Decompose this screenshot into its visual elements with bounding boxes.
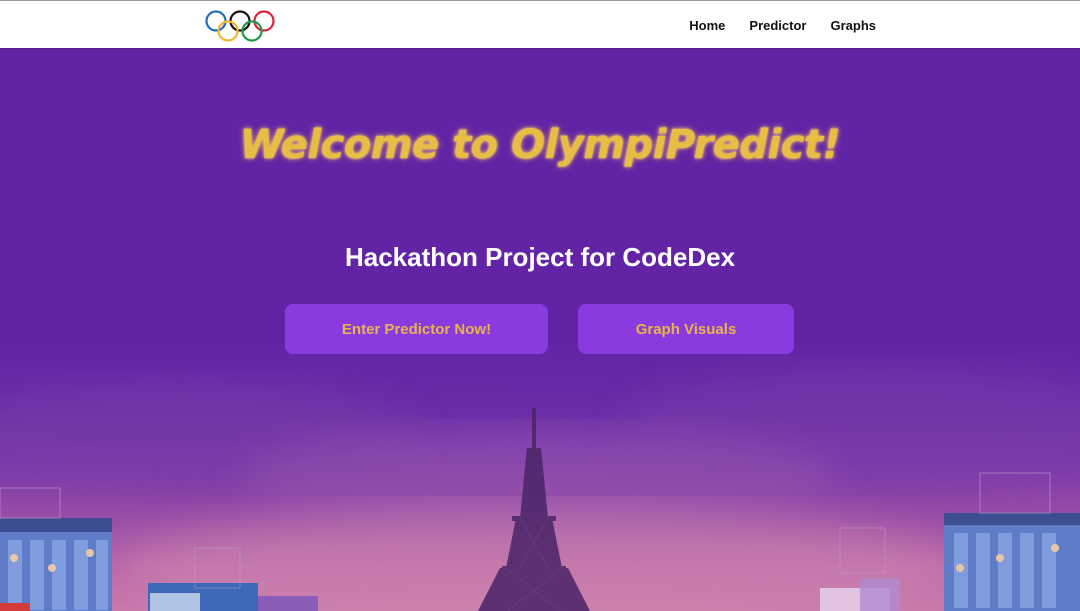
hero-section: Welcome to OlympiPredict! Hackathon Proj… [0, 48, 1080, 611]
nav-link-graphs[interactable]: Graphs [830, 18, 876, 33]
olympic-rings-icon[interactable] [204, 9, 276, 43]
right-stadium-screens [820, 472, 1080, 611]
paris-olympic-scene-image [0, 408, 1080, 611]
eiffel-tower-icon [478, 408, 590, 611]
left-stadium-screens [0, 487, 318, 611]
page: Home Predictor Graphs Welcome to OlympiP… [0, 0, 1080, 611]
top-nav-bar: Home Predictor Graphs [0, 0, 1080, 48]
nav-link-home[interactable]: Home [689, 18, 725, 33]
nav-menu: Home Predictor Graphs [689, 1, 876, 49]
nav-link-predictor[interactable]: Predictor [749, 18, 806, 33]
